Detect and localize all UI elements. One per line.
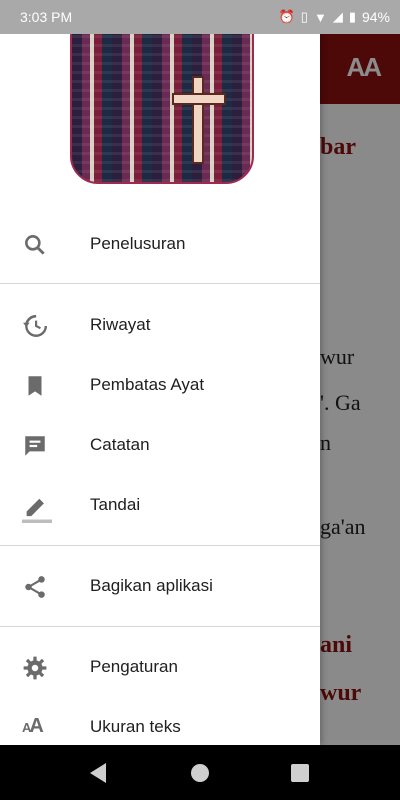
highlight-pen-icon bbox=[22, 493, 52, 523]
search-icon bbox=[22, 232, 48, 258]
home-icon[interactable] bbox=[191, 764, 209, 782]
cross-icon-bar bbox=[172, 93, 226, 105]
drawer-item-label: Catatan bbox=[90, 435, 150, 454]
divider bbox=[0, 545, 320, 546]
back-icon[interactable] bbox=[90, 763, 106, 783]
divider bbox=[0, 283, 320, 284]
divider bbox=[0, 626, 320, 627]
drawer-item-label: Riwayat bbox=[90, 315, 151, 334]
wifi-icon: ▼ bbox=[313, 9, 327, 25]
share-icon bbox=[22, 574, 48, 600]
status-bar: 3:03 PM ⏰ ▯ ▼ ◢ ▮ 94% bbox=[0, 0, 400, 34]
drawer-item-settings[interactable]: Pengaturan bbox=[0, 637, 320, 697]
text-size-icon: AA bbox=[22, 715, 44, 737]
bookmark-icon bbox=[22, 373, 48, 399]
alarm-icon: ⏰ bbox=[278, 9, 295, 24]
drawer-item-label: Bagikan aplikasi bbox=[90, 576, 213, 595]
drawer-item-search[interactable]: Penelusuran bbox=[0, 214, 320, 274]
drawer-item-notes[interactable]: Catatan bbox=[0, 415, 320, 475]
gear-icon bbox=[22, 655, 48, 681]
drawer-item-share[interactable]: Bagikan aplikasi bbox=[0, 556, 320, 616]
drawer-item-history[interactable]: Riwayat bbox=[0, 295, 320, 355]
signal-icon: ◢ bbox=[332, 9, 343, 24]
drawer-item-label: Penelusuran bbox=[90, 234, 186, 253]
drawer-item-bookmarks[interactable]: Pembatas Ayat bbox=[0, 355, 320, 415]
drawer-item-label: Ukuran teks bbox=[90, 717, 181, 736]
recent-apps-icon[interactable] bbox=[291, 764, 309, 782]
drawer-item-label: Tandai bbox=[90, 495, 141, 514]
vibrate-icon: ▯ bbox=[300, 9, 308, 24]
system-navigation-bar bbox=[0, 745, 400, 800]
drawer-item-label: Pengaturan bbox=[90, 657, 178, 676]
drawer-item-label: Pembatas Ayat bbox=[90, 375, 205, 394]
navigation-drawer: Penelusuran Riwayat Pembatas Ayat Catata… bbox=[0, 0, 320, 745]
cross-icon bbox=[192, 76, 204, 164]
history-icon bbox=[22, 313, 48, 339]
battery-icon: ▮ bbox=[348, 9, 356, 24]
battery-level: 94% bbox=[361, 9, 390, 25]
status-time: 3:03 PM bbox=[20, 9, 73, 25]
note-icon bbox=[22, 433, 48, 459]
drawer-item-highlight[interactable]: Tandai bbox=[0, 475, 320, 535]
